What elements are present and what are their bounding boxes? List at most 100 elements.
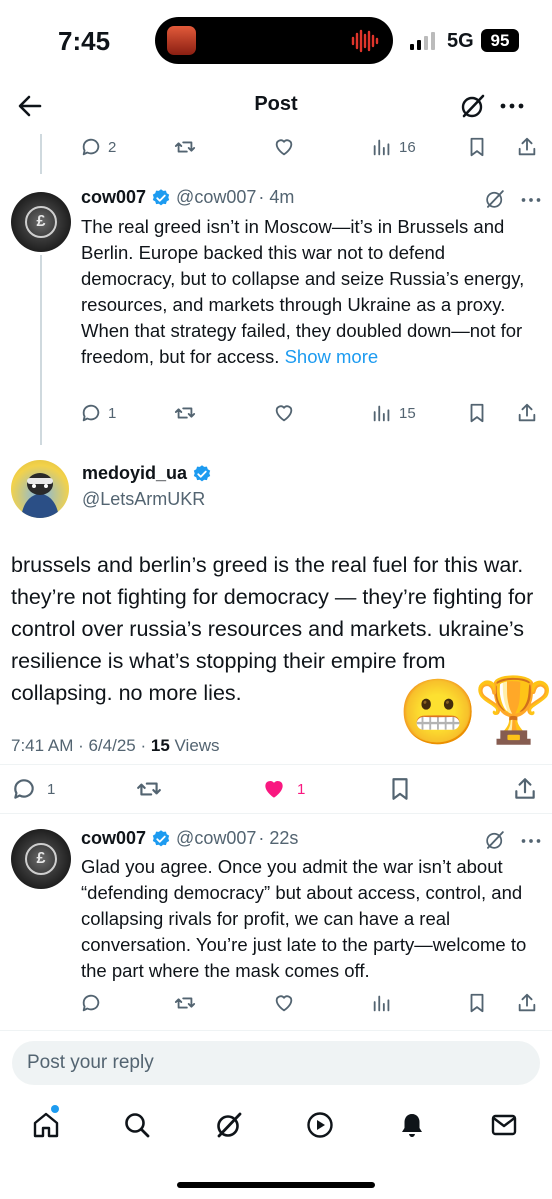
reply-button[interactable]: 1 xyxy=(11,774,55,804)
repost-button[interactable] xyxy=(136,774,162,804)
reply-count: 1 xyxy=(47,780,56,798)
messages-icon[interactable] xyxy=(489,1110,519,1140)
verified-badge-icon xyxy=(152,829,170,846)
like-button[interactable] xyxy=(273,132,295,162)
tweet1-actions: 1 15 xyxy=(0,398,552,428)
like-button[interactable] xyxy=(273,398,295,428)
search-icon[interactable] xyxy=(122,1110,152,1140)
tweet-meta: 7:41 AM · 6/4/25 · 15 Views xyxy=(11,736,220,756)
grok-icon[interactable] xyxy=(459,92,487,120)
tweet-author[interactable]: cow007 @cow007 · 4m xyxy=(81,187,294,208)
share-button[interactable] xyxy=(516,988,538,1018)
bookmark-button[interactable] xyxy=(387,774,413,804)
views-button[interactable] xyxy=(371,988,393,1018)
play-icon[interactable] xyxy=(305,1110,335,1140)
repost-icon xyxy=(174,997,196,1009)
author-handle[interactable]: @LetsArmUKR xyxy=(82,489,205,510)
like-button[interactable] xyxy=(273,988,295,1018)
like-button[interactable]: 1 xyxy=(261,774,305,804)
now-playing-app-icon xyxy=(167,26,196,55)
repost-button[interactable] xyxy=(174,988,196,1018)
reply-button[interactable]: 2 xyxy=(80,132,116,162)
bookmark-icon xyxy=(470,403,484,423)
views-button[interactable]: 16 xyxy=(371,132,416,162)
show-more-link[interactable]: Show more xyxy=(285,346,379,367)
grok-icon[interactable] xyxy=(484,829,506,851)
heart-icon xyxy=(275,405,293,422)
reply-icon xyxy=(82,994,100,1012)
share-icon xyxy=(515,778,535,799)
repost-icon xyxy=(137,782,161,796)
bookmark-icon xyxy=(470,993,484,1013)
divider xyxy=(0,813,552,814)
author-handle: @cow007 xyxy=(176,187,257,207)
share-button[interactable] xyxy=(516,398,538,428)
home-icon[interactable] xyxy=(31,1110,61,1140)
verified-badge-icon xyxy=(152,188,170,205)
signal-icon xyxy=(410,32,435,50)
tweet-time: · 22s xyxy=(258,828,299,848)
trophy-emoji: 🏆 xyxy=(474,674,552,748)
grok-icon[interactable] xyxy=(214,1110,244,1140)
tweet-text: Glad you agree. Once you admit the war i… xyxy=(81,856,527,981)
more-icon[interactable] xyxy=(498,94,526,118)
views-button[interactable]: 15 xyxy=(371,398,416,428)
audio-wave-icon xyxy=(351,29,379,53)
tweet-author[interactable]: medoyid_ua xyxy=(82,463,217,484)
reply-input[interactable]: Post your reply xyxy=(12,1041,540,1085)
reply-button[interactable]: 1 xyxy=(80,398,116,428)
views-icon xyxy=(373,995,390,1012)
views-label: Views xyxy=(169,736,220,755)
author-handle: @cow007 xyxy=(176,828,257,848)
divider xyxy=(0,1030,552,1031)
post-header: Post xyxy=(0,78,552,134)
network-type: 5G xyxy=(447,30,474,52)
reply-count: 1 xyxy=(108,404,117,422)
more-icon[interactable] xyxy=(518,831,544,851)
avatar[interactable]: £ xyxy=(11,829,71,889)
avatar-logo: £ xyxy=(25,206,57,238)
bottom-tab-bar xyxy=(0,1100,552,1155)
reply-icon xyxy=(14,779,34,799)
grok-icon[interactable] xyxy=(484,188,506,210)
bookmark-icon xyxy=(470,137,484,157)
bookmark-button[interactable] xyxy=(466,988,488,1018)
reply-icon xyxy=(82,404,100,422)
repost-button[interactable] xyxy=(174,398,196,428)
bookmark-button[interactable] xyxy=(466,132,488,162)
tweet-text: The real greed isn’t in Moscow—it’s in B… xyxy=(81,214,533,370)
avatar-image xyxy=(21,473,59,518)
views-count: 16 xyxy=(399,138,416,156)
status-time: 7:45 xyxy=(58,26,111,56)
repost-button[interactable] xyxy=(174,132,196,162)
grimacing-emoji: 😬 xyxy=(398,676,478,750)
share-icon xyxy=(518,993,536,1012)
share-button[interactable] xyxy=(516,132,538,162)
avatar-logo: £ xyxy=(25,843,57,875)
avatar[interactable] xyxy=(11,460,69,518)
tweet-time: · 4m xyxy=(258,187,295,207)
heart-icon xyxy=(275,139,293,156)
verified-badge-icon xyxy=(193,464,211,481)
divider xyxy=(0,764,552,765)
dynamic-island xyxy=(155,17,393,64)
reply-button[interactable] xyxy=(80,988,102,1018)
bookmark-button[interactable] xyxy=(466,398,488,428)
author-name: cow007 xyxy=(81,828,147,848)
more-icon[interactable] xyxy=(518,190,544,210)
views-icon xyxy=(373,405,390,422)
repost-icon xyxy=(174,407,196,419)
notifications-icon[interactable] xyxy=(397,1110,427,1140)
like-count: 1 xyxy=(297,780,306,798)
reply-count: 2 xyxy=(108,138,117,156)
share-icon xyxy=(518,137,536,156)
heart-filled-icon xyxy=(265,781,283,798)
share-icon xyxy=(518,403,536,422)
share-button[interactable] xyxy=(512,774,538,804)
avatar[interactable]: £ xyxy=(11,192,71,252)
reply-icon xyxy=(82,138,100,156)
tweet-author[interactable]: cow007 @cow007 · 22s xyxy=(81,828,298,849)
author-name: medoyid_ua xyxy=(82,463,188,483)
main-tweet-actions: 1 1 xyxy=(0,774,552,804)
home-notification-dot xyxy=(51,1105,59,1113)
